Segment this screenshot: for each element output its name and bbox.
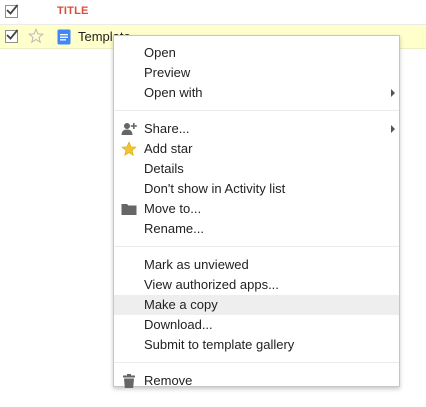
doc-icon <box>57 29 71 45</box>
add-person-icon <box>121 123 137 135</box>
menu-item-label: Don't show in Activity list <box>144 181 286 196</box>
menu-item-download[interactable]: Download... <box>114 315 399 335</box>
menu-item-rename[interactable]: Rename... <box>114 219 399 239</box>
file-list-header: TITLE <box>0 0 426 25</box>
menu-item-mark-unviewed[interactable]: Mark as unviewed <box>114 255 399 275</box>
folder-icon <box>121 204 137 215</box>
star-icon <box>121 141 137 157</box>
submenu-arrow-icon <box>391 125 395 133</box>
menu-item-label: Preview <box>144 65 191 80</box>
menu-item-view-authorized-apps[interactable]: View authorized apps... <box>114 275 399 295</box>
menu-item-label: Add star <box>144 141 193 156</box>
menu-item-label: Make a copy <box>144 297 218 312</box>
checkmark-icon <box>6 29 19 40</box>
menu-item-label: View authorized apps... <box>144 277 279 292</box>
menu-item-open[interactable]: Open <box>114 43 399 63</box>
menu-separator <box>114 362 399 363</box>
menu-item-label: Share... <box>144 121 190 136</box>
menu-item-label: Remove <box>144 373 193 388</box>
menu-item-details[interactable]: Details <box>114 159 399 179</box>
menu-item-label: Download... <box>144 317 213 332</box>
menu-item-dont-show-activity[interactable]: Don't show in Activity list <box>114 179 399 199</box>
title-column-header[interactable]: TITLE <box>57 5 89 17</box>
menu-item-label: Mark as unviewed <box>144 257 249 272</box>
menu-item-remove[interactable]: Remove <box>114 371 399 391</box>
menu-separator <box>114 246 399 247</box>
menu-item-preview[interactable]: Preview <box>114 63 399 83</box>
select-all-checkbox[interactable] <box>5 4 19 18</box>
menu-separator <box>114 110 399 111</box>
row-checkbox[interactable] <box>5 29 19 43</box>
menu-item-label: Open with <box>144 85 203 100</box>
menu-item-label: Submit to template gallery <box>144 337 295 352</box>
menu-item-label: Move to... <box>144 201 202 216</box>
trash-icon <box>123 374 135 388</box>
menu-item-label: Open <box>144 45 176 60</box>
menu-item-label: Rename... <box>144 221 204 236</box>
menu-item-open-with[interactable]: Open with <box>114 83 399 103</box>
menu-item-make-copy[interactable]: Make a copy <box>114 295 399 315</box>
menu-item-share[interactable]: Share... <box>114 119 399 139</box>
context-menu: Open Preview Open with Share... Add star… <box>113 35 400 388</box>
star-outline-icon[interactable] <box>28 28 44 44</box>
menu-item-submit-template[interactable]: Submit to template gallery <box>114 335 399 355</box>
submenu-arrow-icon <box>391 89 395 97</box>
checkmark-icon <box>6 4 19 15</box>
menu-item-move-to[interactable]: Move to... <box>114 199 399 219</box>
menu-item-add-star[interactable]: Add star <box>114 139 399 159</box>
menu-item-label: Details <box>144 161 184 176</box>
